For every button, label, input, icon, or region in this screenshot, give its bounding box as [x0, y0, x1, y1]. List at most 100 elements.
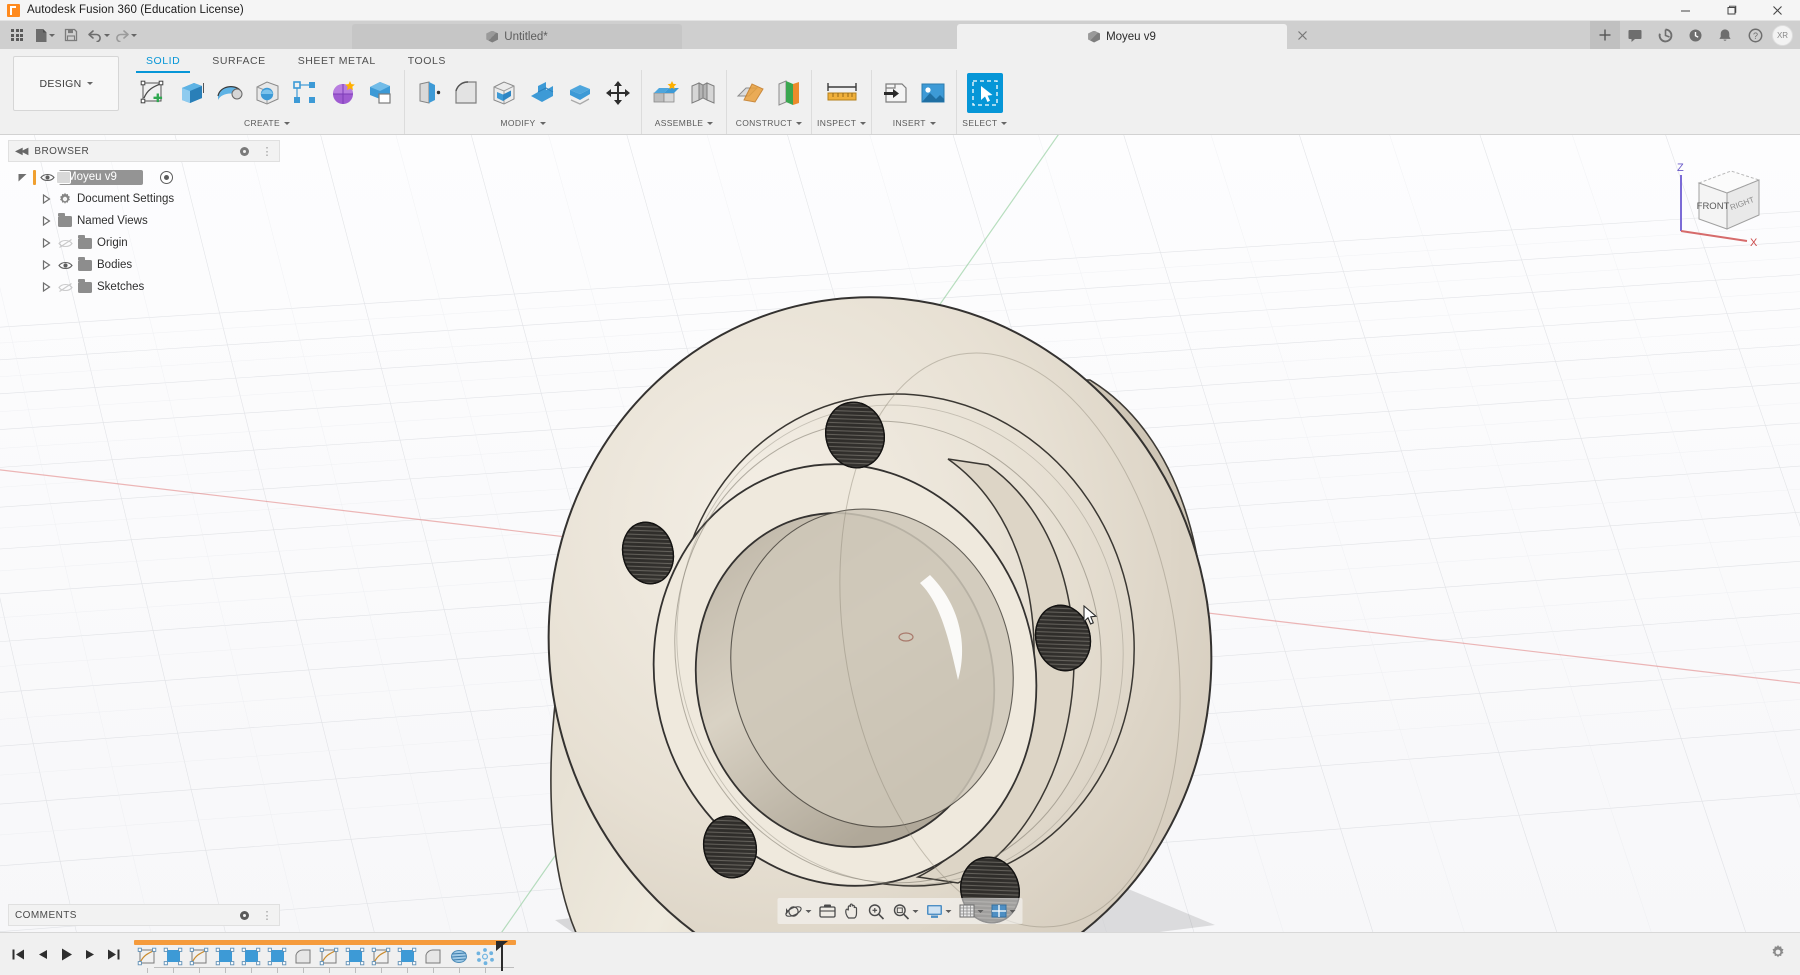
tree-node-moyeu[interactable]: Moyeu v9: [8, 166, 280, 188]
revolve-icon[interactable]: [211, 73, 247, 113]
chevron-down-icon[interactable]: [805, 909, 812, 913]
minimize-button[interactable]: [1662, 0, 1708, 21]
decal-icon[interactable]: [915, 73, 951, 113]
expand-arrow-icon[interactable]: [40, 259, 53, 272]
scale-icon[interactable]: [562, 73, 598, 113]
job-status-icon[interactable]: [1680, 21, 1710, 49]
comments-options-icon[interactable]: [239, 910, 249, 920]
timeline-feature-extrude[interactable]: [342, 944, 368, 973]
go-to-end-button[interactable]: [104, 943, 124, 965]
tab-tools[interactable]: TOOLS: [392, 52, 462, 71]
panel-assemble-label[interactable]: ASSEMBLE: [655, 116, 714, 130]
look-at-icon[interactable]: [816, 899, 840, 923]
expand-arrow-icon[interactable]: [40, 193, 53, 206]
comments-panel[interactable]: COMMENTS ⋮: [8, 904, 280, 926]
comments-resize-grip[interactable]: ⋮: [262, 909, 273, 922]
tree-node-origin[interactable]: Origin: [8, 232, 280, 254]
panel-create-label[interactable]: CREATE: [244, 116, 290, 130]
tab-surface[interactable]: SURFACE: [196, 52, 281, 71]
insert-derive-icon[interactable]: [877, 73, 913, 113]
offset-plane-icon[interactable]: [732, 73, 768, 113]
joint-icon[interactable]: [685, 73, 721, 113]
expand-arrow-icon[interactable]: [16, 171, 29, 184]
move-copy-icon[interactable]: [600, 73, 636, 113]
maximize-restore-button[interactable]: [1708, 0, 1754, 21]
tab-sheet-metal[interactable]: SHEET METAL: [282, 52, 392, 71]
browser-resize-grip[interactable]: ⋮: [262, 145, 273, 158]
sphere-icon[interactable]: [249, 73, 285, 113]
tree-node-sketches[interactable]: Sketches: [8, 276, 280, 298]
select-tool-icon[interactable]: [966, 73, 1003, 113]
save-icon[interactable]: [58, 23, 84, 47]
tree-node-document-settings[interactable]: Document Settings: [8, 188, 280, 210]
display-settings-icon[interactable]: [923, 899, 955, 923]
zoom-icon[interactable]: [865, 899, 889, 923]
browser-header[interactable]: ◀◀ BROWSER ⋮: [8, 140, 280, 162]
timeline-feature-fillet[interactable]: [290, 944, 316, 973]
timeline-feature-extrude[interactable]: [264, 944, 290, 973]
timeline-feature-sketch[interactable]: [368, 944, 394, 973]
timeline-playhead-marker[interactable]: [496, 941, 510, 971]
visibility-eye-icon[interactable]: [58, 237, 73, 250]
create-form-icon[interactable]: [325, 73, 361, 113]
close-tab-icon[interactable]: [1287, 21, 1317, 49]
visibility-eye-icon[interactable]: [58, 259, 73, 272]
timeline[interactable]: [134, 938, 516, 973]
step-forward-button[interactable]: [80, 943, 100, 965]
timeline-feature-pattern[interactable]: [472, 944, 498, 973]
extrude-icon[interactable]: [173, 73, 209, 113]
tree-node-bodies[interactable]: Bodies: [8, 254, 280, 276]
step-back-button[interactable]: [32, 943, 52, 965]
tree-node-named-views[interactable]: Named Views: [8, 210, 280, 232]
timeline-feature-extrude[interactable]: [160, 944, 186, 973]
panel-modify-label[interactable]: MODIFY: [500, 116, 546, 130]
timeline-feature-extrude[interactable]: [394, 944, 420, 973]
panel-inspect-label[interactable]: INSPECT: [817, 116, 867, 130]
redo-caret-icon[interactable]: [130, 33, 137, 37]
chevron-down-icon[interactable]: [945, 909, 952, 913]
timeline-feature-extrude[interactable]: [238, 944, 264, 973]
collapse-browser-icon[interactable]: ◀◀: [15, 146, 28, 157]
new-file-caret-icon[interactable]: [48, 33, 55, 37]
zoom-window-icon[interactable]: [890, 899, 922, 923]
panel-select-label[interactable]: SELECT: [962, 116, 1008, 130]
timeline-settings-icon[interactable]: [1770, 944, 1786, 965]
press-pull-icon[interactable]: [410, 73, 446, 113]
expand-arrow-icon[interactable]: [40, 237, 53, 250]
help-icon[interactable]: ?: [1740, 21, 1770, 49]
combine-icon[interactable]: [363, 73, 399, 113]
workspace-selector[interactable]: DESIGN: [13, 56, 119, 111]
chevron-down-icon[interactable]: [912, 909, 919, 913]
new-tab-icon[interactable]: [1590, 21, 1620, 49]
chevron-down-icon[interactable]: [977, 909, 984, 913]
tab-solid[interactable]: SOLID: [130, 52, 196, 73]
sync-icon[interactable]: [1650, 21, 1680, 49]
timeline-feature-fillet[interactable]: [420, 944, 446, 973]
fillet-icon[interactable]: [448, 73, 484, 113]
pattern-icon[interactable]: [287, 73, 323, 113]
browser-options-icon[interactable]: [239, 146, 249, 156]
undo-icon[interactable]: [85, 23, 111, 47]
timeline-feature-sketch[interactable]: [316, 944, 342, 973]
expand-arrow-icon[interactable]: [40, 215, 53, 228]
chevron-down-icon[interactable]: [1009, 909, 1016, 913]
draft-icon[interactable]: [524, 73, 560, 113]
undo-caret-icon[interactable]: [103, 33, 110, 37]
view-cube[interactable]: Z X FRONT RIGHT: [1663, 149, 1778, 264]
grid-snaps-icon[interactable]: [956, 899, 987, 923]
orbit-icon[interactable]: [782, 899, 815, 923]
viewports-icon[interactable]: [988, 899, 1019, 923]
visibility-eye-icon[interactable]: [58, 281, 73, 294]
measure-icon[interactable]: [824, 73, 860, 113]
timeline-feature-sketch[interactable]: [134, 944, 160, 973]
account-avatar[interactable]: XR: [1772, 24, 1793, 46]
timeline-feature-sketch[interactable]: [186, 944, 212, 973]
new-component-icon[interactable]: [647, 73, 683, 113]
close-window-button[interactable]: [1754, 0, 1800, 21]
panel-insert-label[interactable]: INSERT: [893, 116, 936, 130]
expand-arrow-icon[interactable]: [40, 281, 53, 294]
create-sketch-icon[interactable]: [135, 73, 171, 113]
go-to-beginning-button[interactable]: [8, 943, 28, 965]
new-file-icon[interactable]: [31, 23, 57, 47]
comments-icon[interactable]: [1620, 21, 1650, 49]
